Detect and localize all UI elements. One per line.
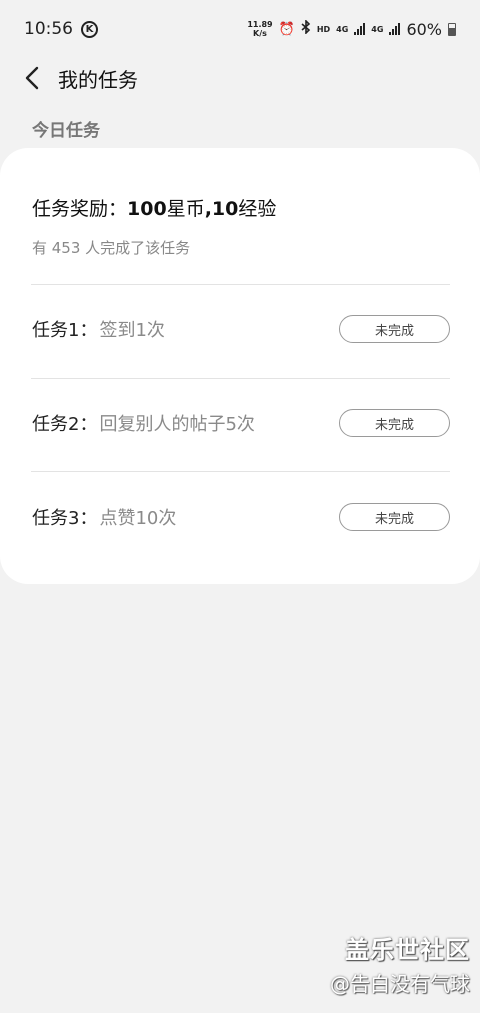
k-badge-icon: K xyxy=(81,20,98,38)
reward-exp-value: 10 xyxy=(211,198,239,220)
back-button[interactable] xyxy=(18,62,46,94)
net-speed: 11.89 K/s xyxy=(247,20,272,38)
status-time: 10:56 xyxy=(24,19,73,39)
task-status-button[interactable]: 未完成 xyxy=(339,315,450,343)
page-title: 我的任务 xyxy=(58,68,138,92)
header: 我的任务 xyxy=(0,58,480,98)
task-description: 签到1次 xyxy=(99,320,165,341)
task-label: 任务3： xyxy=(32,508,98,529)
status-right: 11.89 K/s ⏰ HD 4G 4G 60% xyxy=(247,19,456,39)
alarm-icon: ⏰ xyxy=(278,21,295,37)
task-row: 任务1： 签到1次 未完成 xyxy=(32,309,450,349)
net-speed-value: 11.89 xyxy=(247,20,273,29)
reward-exp-unit: 经验 xyxy=(238,198,277,220)
bluetooth-icon xyxy=(301,19,311,38)
net-speed-unit: K/s xyxy=(253,29,267,38)
divider xyxy=(31,378,450,379)
task-description: 点赞10次 xyxy=(99,508,177,529)
reward-coins-unit: 星币 xyxy=(166,198,205,220)
reward-prefix: 任务奖励： xyxy=(32,198,128,220)
divider xyxy=(31,471,450,472)
task-status-button[interactable]: 未完成 xyxy=(339,409,450,437)
task-row: 任务3： 点赞10次 未完成 xyxy=(32,497,450,537)
section-title: 今日任务 xyxy=(32,121,100,141)
network-4g-label-2: 4G xyxy=(371,24,384,34)
network-4g-label-1: 4G xyxy=(336,24,349,34)
watermark-user: @告白没有气球 xyxy=(330,972,470,996)
task-card: 任务奖励：100星币,10经验 有 453 人完成了该任务 任务1： 签到1次 … xyxy=(0,148,480,584)
battery-percent: 60% xyxy=(406,19,442,39)
task-label: 任务2： xyxy=(32,414,98,435)
task-row: 任务2： 回复别人的帖子5次 未完成 xyxy=(32,403,450,443)
watermark-site: 盖乐世社区 xyxy=(345,936,470,964)
back-arrow-icon xyxy=(25,66,39,90)
divider xyxy=(31,284,450,285)
task-label: 任务1： xyxy=(32,320,98,341)
hd-label: HD xyxy=(316,24,331,34)
reward-coins-value: 100 xyxy=(127,198,167,220)
completed-count-text: 有 453 人完成了该任务 xyxy=(32,239,191,257)
status-left: 10:56 K xyxy=(24,19,98,39)
battery-icon xyxy=(448,22,456,36)
reward-text: 任务奖励：100星币,10经验 xyxy=(32,194,276,221)
status-bar: 10:56 K 11.89 K/s ⏰ HD 4G 4G 60% xyxy=(0,0,480,58)
reward-separator: , xyxy=(204,198,212,220)
signal-icon-1 xyxy=(354,23,366,35)
signal-icon-2 xyxy=(389,23,401,35)
task-status-button[interactable]: 未完成 xyxy=(339,503,450,531)
task-description: 回复别人的帖子5次 xyxy=(99,414,255,435)
